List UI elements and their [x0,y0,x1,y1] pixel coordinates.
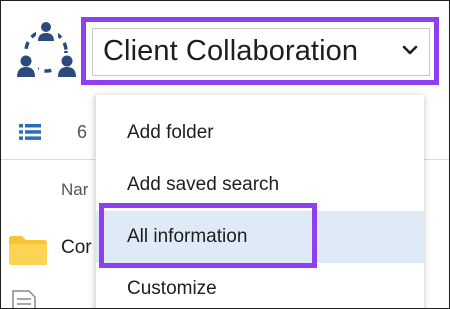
title-highlight-outline: Client Collaboration [81,17,439,85]
folder-icon [9,236,47,265]
menu-item-add-folder[interactable]: Add folder [96,107,424,159]
item-count: 6 [77,122,88,142]
window-frame: Client Collaboration 6 Nar Cor Add folde… [0,0,450,309]
document-icon [12,290,36,308]
team-icon [16,21,78,77]
row-name: Cor [61,237,92,258]
menu-item-label: Add saved search [127,174,280,195]
workspace-selector[interactable]: Client Collaboration [92,28,430,76]
list-view-icon[interactable] [19,124,41,140]
menu-item-label: Add folder [127,122,214,143]
menu-item-customize[interactable]: Customize [96,263,424,308]
name-column-header[interactable]: Nar [61,180,88,200]
workspace-dropdown-menu: Add folder Add saved search All informat… [95,95,424,308]
menu-item-label: All information [127,226,248,247]
chevron-down-icon[interactable] [401,41,419,59]
menu-item-label: Customize [127,278,217,299]
menu-item-add-saved-search[interactable]: Add saved search [96,159,424,211]
menu-item-all-information[interactable]: All information [96,211,424,263]
workspace-title: Client Collaboration [103,35,359,67]
workspace-header: Client Collaboration [1,1,449,93]
